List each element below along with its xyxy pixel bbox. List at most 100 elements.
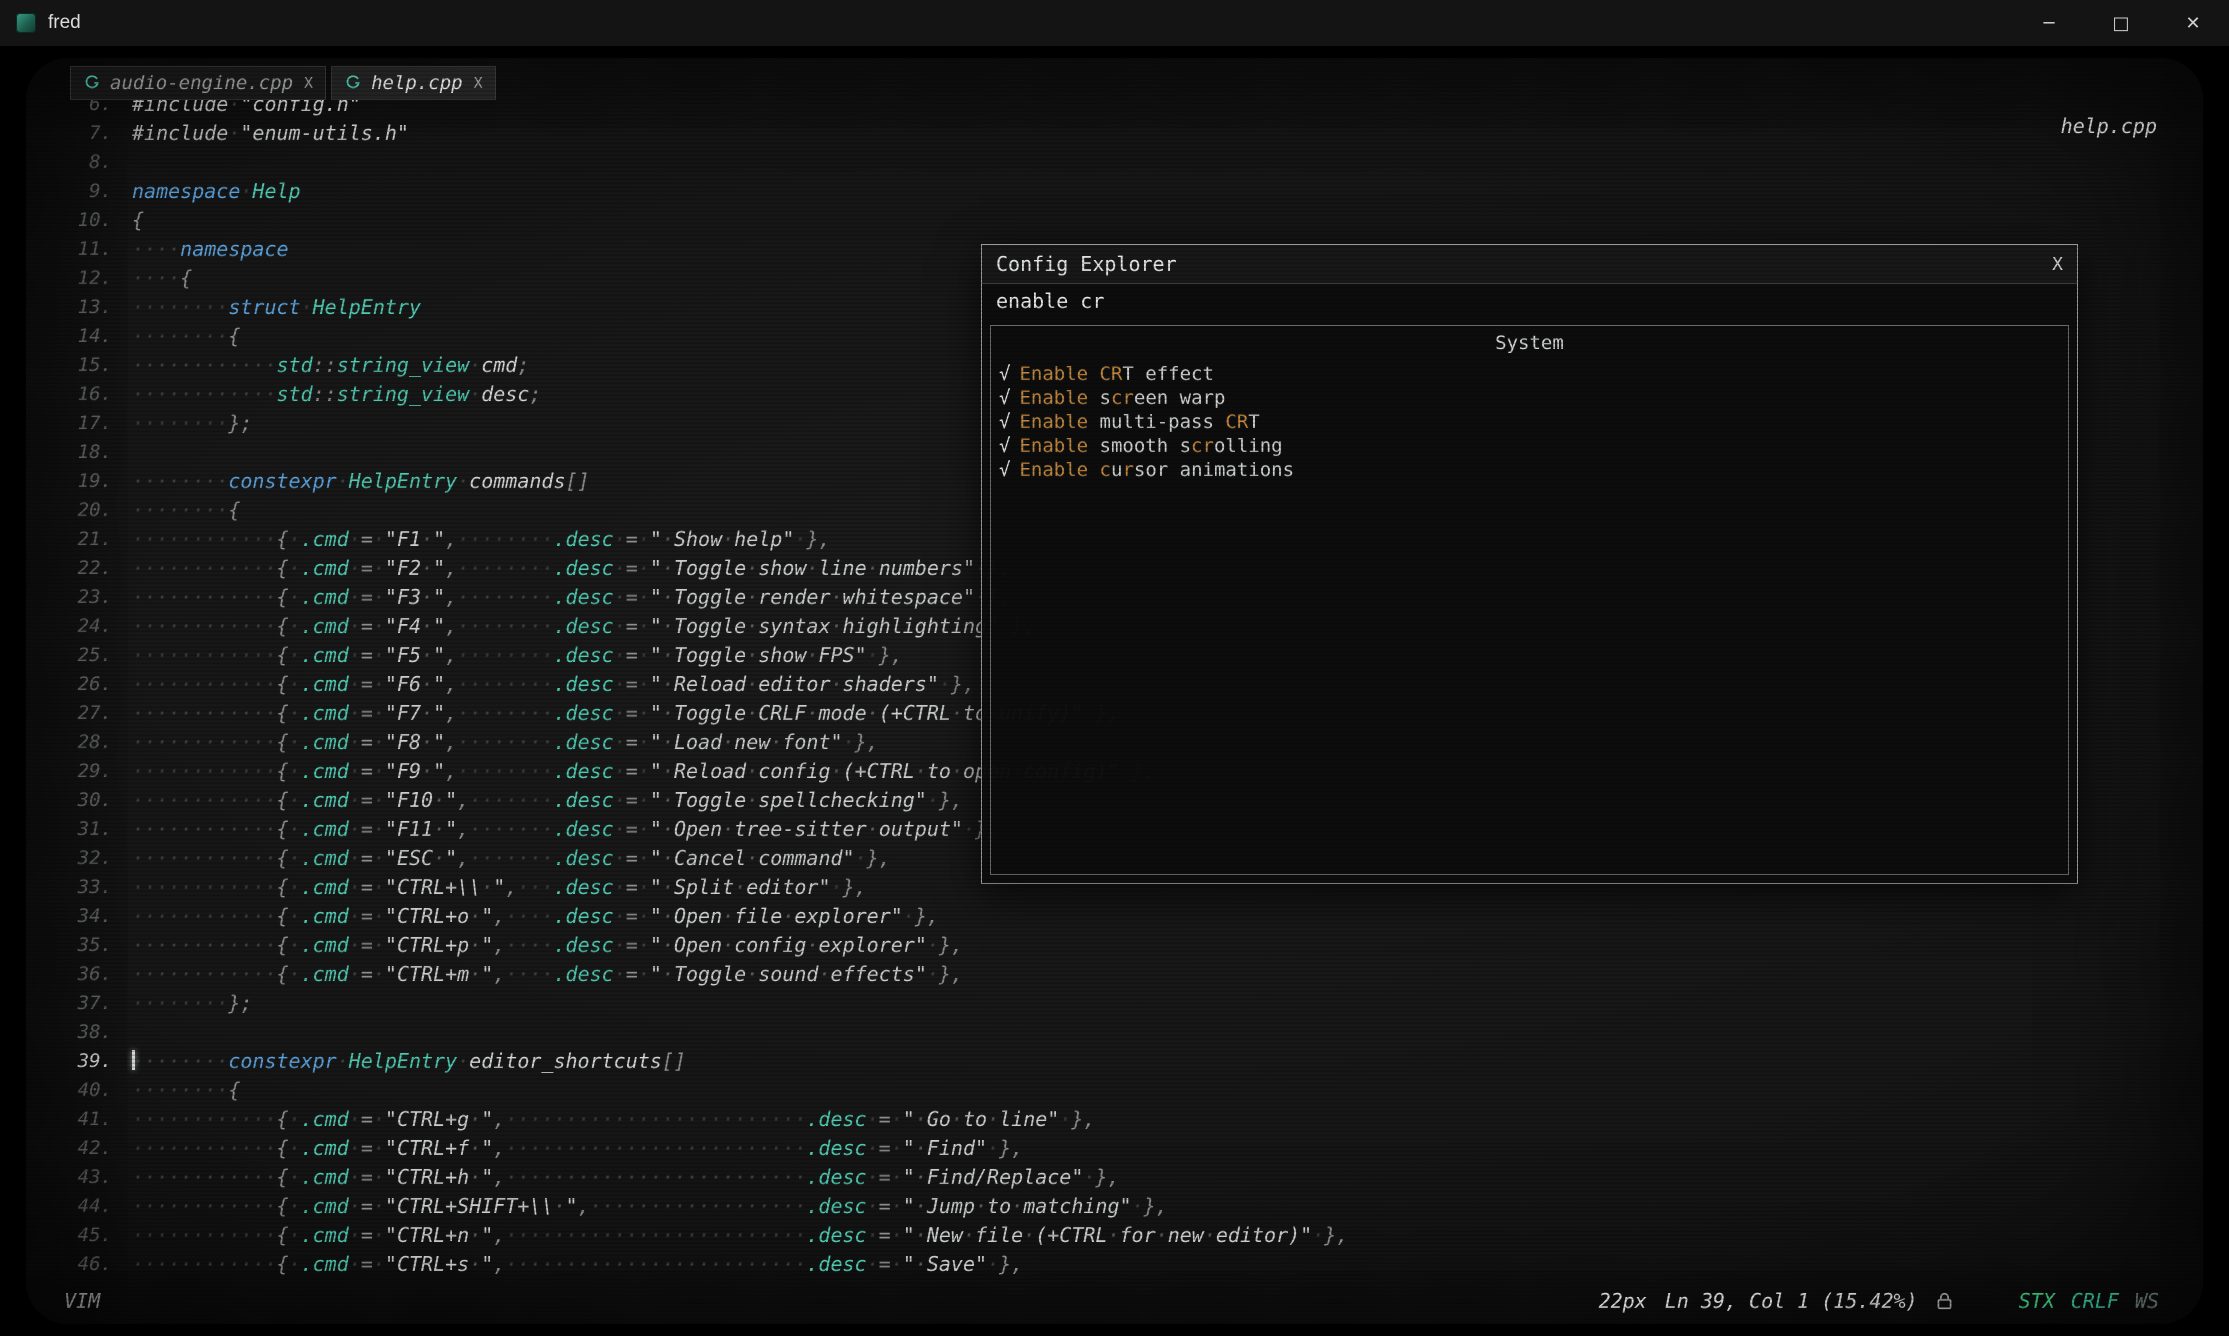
config-item[interactable]: √Enable screen warp xyxy=(991,386,2068,410)
code-line[interactable]: 45.············{·.cmd·=·"CTRL+n·",······… xyxy=(40,1221,2203,1250)
line-number: 39. xyxy=(40,1047,132,1076)
line-number: 11. xyxy=(40,235,132,264)
code-line[interactable]: 35.············{·.cmd·=·"CTRL+p·",····.d… xyxy=(40,931,2203,960)
config-item[interactable]: √ Enable smooth scrolling xyxy=(991,434,2068,458)
code-line[interactable]: 41.············{·.cmd·=·"CTRL+g·",······… xyxy=(40,1105,2203,1134)
popup-close-button[interactable]: X xyxy=(2052,254,2063,275)
line-number: 36. xyxy=(40,960,132,989)
config-item-label: Enable CRT effect xyxy=(1019,363,1213,385)
code-line[interactable]: 46.············{·.cmd·=·"CTRL+s·",······… xyxy=(40,1250,2203,1279)
tab-label: audio-engine.cpp xyxy=(110,72,293,94)
line-number: 28. xyxy=(40,728,132,757)
window-titlebar[interactable]: fred ─ □ ✕ xyxy=(0,0,2229,46)
line-number: 10. xyxy=(40,206,132,235)
split-filename-label: help.cpp xyxy=(2061,114,2157,138)
line-number: 43. xyxy=(40,1163,132,1192)
line-number: 15. xyxy=(40,351,132,380)
cpp-file-icon xyxy=(83,74,101,92)
code-line[interactable]: 36.············{·.cmd·=·"CTRL+m·",····.d… xyxy=(40,960,2203,989)
app-icon xyxy=(16,13,36,33)
line-number: 41. xyxy=(40,1105,132,1134)
section-header-system: System xyxy=(991,332,2068,354)
tab-help[interactable]: help.cpp X xyxy=(331,66,496,100)
checkmark-icon: √ xyxy=(999,363,1010,385)
code-line[interactable]: 38. xyxy=(40,1018,2203,1047)
line-number: 31. xyxy=(40,815,132,844)
line-number: 45. xyxy=(40,1221,132,1250)
line-number: 32. xyxy=(40,844,132,873)
vim-mode-indicator: VIM xyxy=(64,1289,100,1313)
cursor-position-indicator: Ln 39, Col 1 (15.42%) xyxy=(1665,1289,1918,1313)
line-number: 42. xyxy=(40,1134,132,1163)
config-item[interactable]: √ Enable CRT effect xyxy=(991,362,2068,386)
status-flag-crlf: CRLF xyxy=(2071,1289,2119,1313)
tab-audio-engine[interactable]: audio-engine.cpp X xyxy=(70,66,326,100)
line-number: 22. xyxy=(40,554,132,583)
status-flag-stx: STX xyxy=(2019,1289,2055,1313)
checkmark-icon: √ xyxy=(999,459,1010,481)
line-number: 21. xyxy=(40,525,132,554)
line-number: 34. xyxy=(40,902,132,931)
line-number: 8. xyxy=(40,148,132,177)
tab-label: help.cpp xyxy=(371,72,463,94)
maximize-button[interactable]: □ xyxy=(2085,0,2157,46)
line-number: 13. xyxy=(40,293,132,322)
line-number: 38. xyxy=(40,1018,132,1047)
line-number: 20. xyxy=(40,496,132,525)
line-number: 46. xyxy=(40,1250,132,1279)
line-number: 27. xyxy=(40,699,132,728)
minimize-button[interactable]: ─ xyxy=(2013,0,2085,46)
code-line[interactable]: 34.············{·.cmd·=·"CTRL+o·",····.d… xyxy=(40,902,2203,931)
line-number: 12. xyxy=(40,264,132,293)
tab-close-icon[interactable]: X xyxy=(304,74,313,92)
tab-close-icon[interactable]: X xyxy=(474,74,483,92)
line-number: 16. xyxy=(40,380,132,409)
line-number: 37. xyxy=(40,989,132,1018)
line-number: 9. xyxy=(40,177,132,206)
line-number: 7. xyxy=(40,119,132,148)
line-number: 40. xyxy=(40,1076,132,1105)
config-item[interactable]: √ Enable multi-pass CRT xyxy=(991,410,2068,434)
line-number: 18. xyxy=(40,438,132,467)
cpp-file-icon xyxy=(344,74,362,92)
checkmark-icon: √ xyxy=(999,435,1010,457)
config-item-label: Enable smooth scrolling xyxy=(1019,435,1282,457)
code-line[interactable]: 10.{ xyxy=(40,206,2203,235)
code-line[interactable]: 44.············{·.cmd·=·"CTRL+SHIFT+\\·"… xyxy=(40,1192,2203,1221)
code-line[interactable]: 40.········{ xyxy=(40,1076,2203,1105)
lock-icon xyxy=(1936,1291,1953,1311)
config-explorer-popup: Config Explorer X System √ Enable CRT eff… xyxy=(981,244,2078,884)
crt-screen: 6.#include·"config.h"7.#include·"enum-ut… xyxy=(26,58,2203,1324)
line-number: 23. xyxy=(40,583,132,612)
checkmark-icon: √ xyxy=(999,411,1010,433)
status-flag-ws: WS xyxy=(2135,1289,2159,1313)
line-number: 14. xyxy=(40,322,132,351)
popup-title-bar: Config Explorer X xyxy=(982,245,2077,284)
config-item-label: Enable multi-pass CRT xyxy=(1019,411,1259,433)
line-number: 44. xyxy=(40,1192,132,1221)
code-line[interactable]: 42.············{·.cmd·=·"CTRL+f·",······… xyxy=(40,1134,2203,1163)
status-bar: VIM 22px Ln 39, Col 1 (15.42%) STX CRLF WS xyxy=(26,1286,2203,1316)
line-number: 25. xyxy=(40,641,132,670)
code-line[interactable]: 8. xyxy=(40,148,2203,177)
line-number: 19. xyxy=(40,467,132,496)
close-button[interactable]: ✕ xyxy=(2157,0,2229,46)
code-line[interactable]: 37.········}; xyxy=(40,989,2203,1018)
font-size-indicator: 22px xyxy=(1599,1289,1647,1313)
config-item-label: Enable screen warp xyxy=(1019,387,1225,409)
line-number: 35. xyxy=(40,931,132,960)
config-item-label: Enable cursor animations xyxy=(1019,459,1294,481)
line-number: 29. xyxy=(40,757,132,786)
config-search-input[interactable] xyxy=(982,284,2077,318)
code-line[interactable]: 39.········constexpr·HelpEntry·editor_sh… xyxy=(40,1047,2203,1076)
line-number: 24. xyxy=(40,612,132,641)
line-number: 26. xyxy=(40,670,132,699)
code-line[interactable]: 7.#include·"enum-utils.h" xyxy=(40,119,2203,148)
config-item[interactable]: √ Enable cursor animations xyxy=(991,458,2068,482)
code-line[interactable]: 9.namespace·Help xyxy=(40,177,2203,206)
status-flags: STX CRLF WS xyxy=(2019,1289,2159,1313)
popup-title: Config Explorer xyxy=(996,252,1177,276)
window-title: fred xyxy=(48,12,81,34)
code-line[interactable]: 43.············{·.cmd·=·"CTRL+h·",······… xyxy=(40,1163,2203,1192)
config-list-panel: System √Enable CRT effect√Enable screen … xyxy=(990,325,2069,875)
